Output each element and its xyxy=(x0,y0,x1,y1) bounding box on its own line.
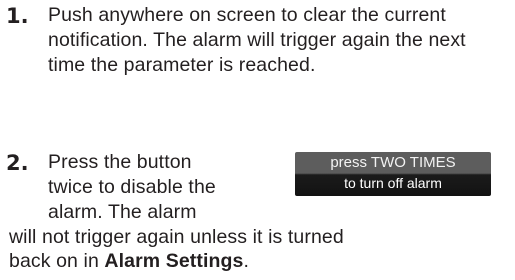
turn-off-alarm-button[interactable]: press TWO TIMES to turn off alarm xyxy=(295,152,491,196)
step-text-line: alarm. The alarm xyxy=(48,201,197,223)
step-text-line: twice to disable the xyxy=(48,176,216,198)
step-text-fragment: back on in xyxy=(9,250,105,272)
instruction-step-1: 1. Push anywhere on screen to clear the … xyxy=(0,0,515,125)
step-text: Push anywhere on screen to clear the cur… xyxy=(48,4,466,76)
alarm-button-line-1: press TWO TIMES xyxy=(330,154,456,171)
step-text-line: back on in Alarm Settings. xyxy=(9,249,249,274)
step-number: 1. xyxy=(6,4,29,28)
step-text-punct: . xyxy=(243,250,249,272)
step-number: 2. xyxy=(6,151,29,175)
alarm-settings-label: Alarm Settings xyxy=(104,250,244,272)
step-text-line: Press the button xyxy=(48,151,192,173)
alarm-button-line-2: to turn off alarm xyxy=(344,175,442,191)
step-text-line: will not trigger again unless it is turn… xyxy=(9,226,344,248)
